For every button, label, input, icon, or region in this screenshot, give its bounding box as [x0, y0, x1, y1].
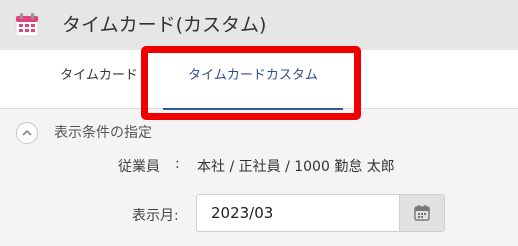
employee-row: 従業員 : 本社 / 正社員 / 1000 勤怠 太郎 [0, 156, 518, 178]
tab-bar: タイムカード タイムカードカスタム [0, 47, 518, 110]
app-header: タイムカード(カスタム) [0, 0, 518, 50]
active-tab-indicator [163, 108, 343, 110]
tab-timecard-custom[interactable]: タイムカードカスタム [163, 47, 343, 105]
calendar-button[interactable] [399, 194, 445, 232]
tab-timecard[interactable]: タイムカード [44, 47, 154, 105]
month-label: 表示月: [132, 208, 179, 224]
collapse-button[interactable] [16, 122, 38, 144]
employee-value: 本社 / 正社員 / 1000 勤怠 太郎 [197, 159, 395, 175]
section-label: 表示条件の指定 [54, 125, 152, 141]
page-title: タイムカード(カスタム) [62, 14, 267, 36]
month-input[interactable] [196, 194, 400, 232]
employee-label: 従業員 [118, 159, 160, 175]
calendar-icon [14, 12, 40, 38]
employee-colon: : [175, 156, 180, 172]
